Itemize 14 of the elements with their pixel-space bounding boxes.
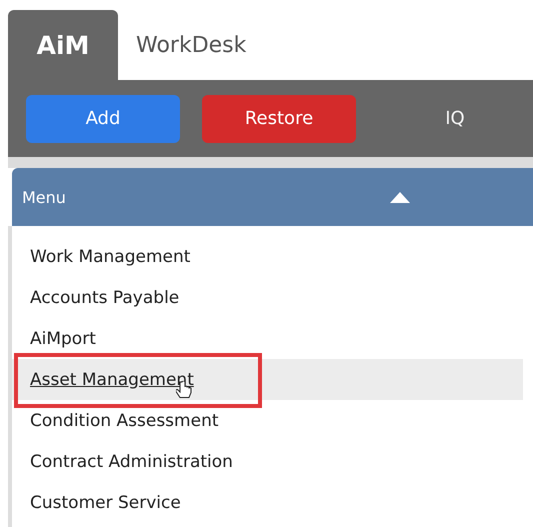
menu-item[interactable]: Condition Assessment	[12, 400, 523, 441]
toolbar-button[interactable]: Restore	[202, 94, 356, 142]
menu-item[interactable]: Contract Administration	[12, 441, 523, 482]
toolbar-button[interactable]: Add	[26, 94, 180, 142]
menu-title: Menu	[22, 188, 67, 206]
menu-item[interactable]: AiMport	[12, 318, 523, 359]
collapse-caret-icon[interactable]	[390, 192, 410, 202]
toolbar-link[interactable]: IQ	[378, 94, 532, 142]
menu-item[interactable]: Asset Management	[12, 359, 523, 400]
menu-item[interactable]: Accounts Payable	[12, 277, 523, 318]
tab[interactable]: AiM	[8, 10, 118, 80]
menu-header[interactable]: Menu	[12, 168, 533, 226]
menu-item[interactable]: Customer Service	[12, 482, 523, 523]
menu-item[interactable]: Work Management	[12, 236, 523, 277]
